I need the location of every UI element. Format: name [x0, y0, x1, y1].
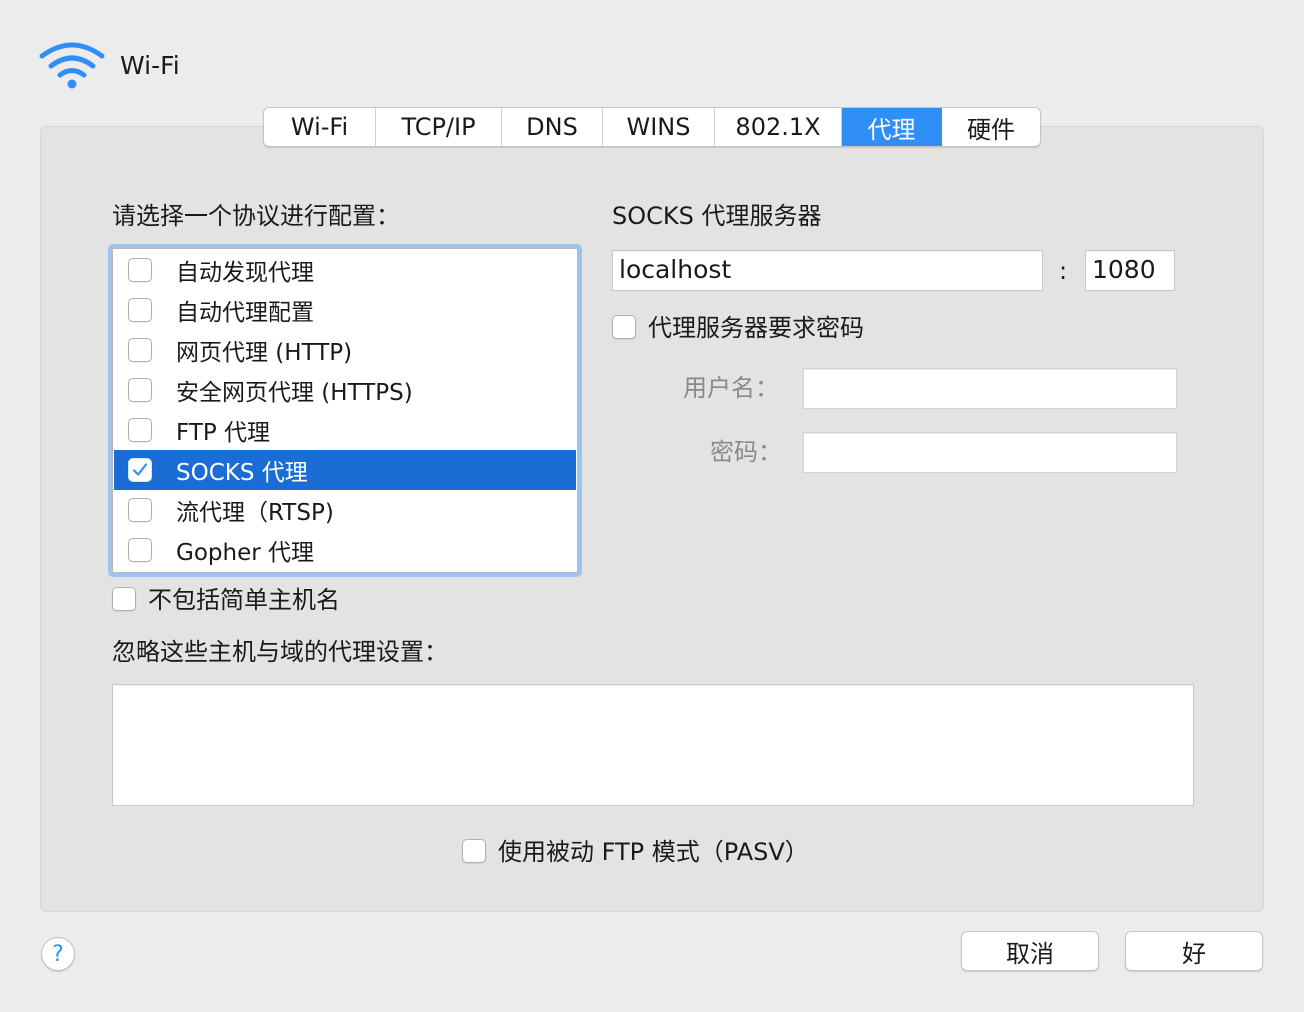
proxy-port-field[interactable]: 1080 [1085, 250, 1175, 291]
list-item[interactable]: 网页代理 (HTTP) [114, 330, 576, 370]
help-button[interactable]: ? [41, 937, 75, 971]
proxy-host-field[interactable]: localhost [612, 250, 1043, 291]
bypass-label: 忽略这些主机与域的代理设置： [112, 638, 448, 666]
protocol-label: 自动发现代理 [176, 260, 314, 286]
bypass-textarea[interactable] [112, 684, 1194, 806]
require-password-checkbox[interactable] [612, 315, 636, 339]
protocol-list-heading: 请选择一个协议进行配置： [112, 202, 400, 230]
checkbox[interactable] [128, 298, 152, 322]
wifi-icon [39, 42, 105, 89]
protocol-label: FTP 代理 [176, 420, 271, 446]
protocol-label: 流代理（RTSP) [176, 500, 334, 526]
list-item-selected[interactable]: SOCKS 代理 [114, 450, 576, 490]
exclude-simple-hostnames-checkbox[interactable] [112, 587, 136, 611]
username-field[interactable] [803, 368, 1177, 409]
checkbox[interactable] [128, 538, 152, 562]
pasv-label: 使用被动 FTP 模式（PASV） [498, 838, 809, 866]
require-password-label: 代理服务器要求密码 [648, 314, 864, 342]
list-item[interactable]: 流代理（RTSP) [114, 490, 576, 530]
checkbox[interactable] [128, 498, 152, 522]
tab-8021x[interactable]: 802.1X [715, 108, 842, 146]
ok-button[interactable]: 好 [1125, 931, 1263, 971]
cancel-button[interactable]: 取消 [961, 931, 1099, 971]
tab-tcpip[interactable]: TCP/IP [376, 108, 502, 146]
port-separator: : [1059, 257, 1068, 285]
list-item[interactable]: 安全网页代理 (HTTPS) [114, 370, 576, 410]
window-title: Wi-Fi [120, 51, 180, 80]
tab-proxy[interactable]: 代理 [842, 108, 942, 146]
list-item[interactable]: 自动发现代理 [114, 250, 576, 290]
list-item[interactable]: 自动代理配置 [114, 290, 576, 330]
tab-hardware[interactable]: 硬件 [942, 108, 1040, 146]
username-label: 用户名： [683, 374, 779, 402]
checkbox[interactable] [128, 378, 152, 402]
checkbox[interactable] [128, 258, 152, 282]
tab-dns[interactable]: DNS [502, 108, 603, 146]
checkmark-icon [132, 463, 148, 476]
password-label: 密码： [710, 438, 782, 466]
checkbox-checked[interactable] [128, 458, 152, 482]
protocol-label: Gopher 代理 [176, 540, 314, 566]
checkbox[interactable] [128, 338, 152, 362]
list-item[interactable]: FTP 代理 [114, 410, 576, 450]
tab-bar: Wi-Fi TCP/IP DNS WINS 802.1X 代理 硬件 [263, 107, 1041, 147]
checkbox[interactable] [128, 418, 152, 442]
pasv-checkbox[interactable] [462, 839, 486, 863]
protocol-label: 安全网页代理 (HTTPS) [176, 380, 413, 406]
password-field[interactable] [803, 432, 1177, 473]
protocol-label: 自动代理配置 [176, 300, 314, 326]
protocol-list[interactable]: 自动发现代理 自动代理配置 网页代理 (HTTP) 安全网页代理 (HTTPS)… [108, 244, 582, 577]
list-item[interactable]: Gopher 代理 [114, 530, 576, 570]
protocol-label: 网页代理 (HTTP) [176, 340, 353, 366]
tab-wifi[interactable]: Wi-Fi [264, 108, 376, 146]
exclude-simple-hostnames-label: 不包括简单主机名 [148, 586, 340, 614]
protocol-label: SOCKS 代理 [176, 460, 308, 486]
server-heading: SOCKS 代理服务器 [612, 202, 822, 230]
tab-wins[interactable]: WINS [603, 108, 715, 146]
